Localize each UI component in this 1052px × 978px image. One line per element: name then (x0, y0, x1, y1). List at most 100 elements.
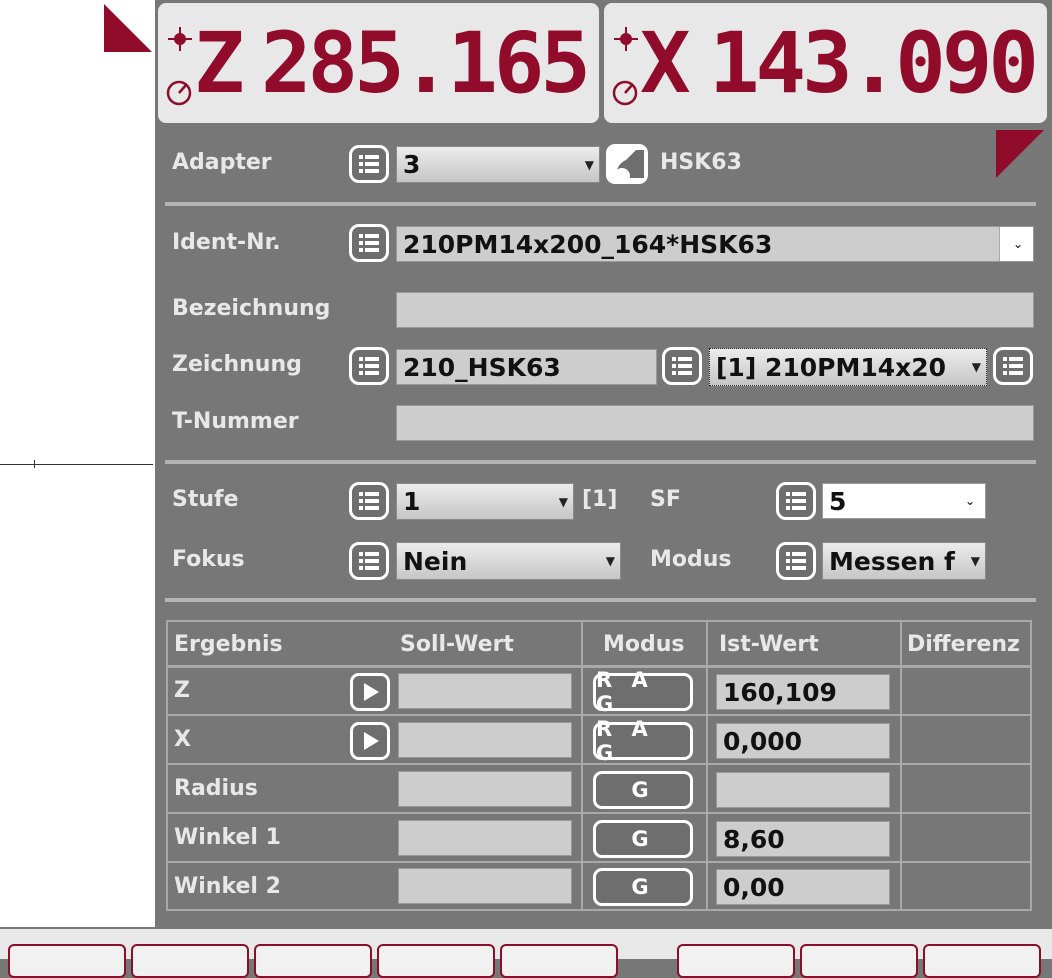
adapter-select[interactable]: 3 ▼ (396, 146, 600, 183)
function-button-4[interactable] (377, 944, 495, 978)
sf-combobox[interactable]: 5 ⌄ (822, 483, 986, 519)
function-button-1[interactable] (8, 944, 126, 978)
function-button-8[interactable] (923, 944, 1041, 978)
fokus-list-button[interactable] (349, 542, 389, 580)
table-row: Radius G (168, 766, 1030, 814)
dro-x[interactable]: X 143.090 (604, 3, 1047, 123)
mode-button[interactable]: G (593, 868, 693, 906)
soll-input[interactable] (398, 771, 572, 807)
soll-input[interactable] (398, 820, 572, 856)
dro-z[interactable]: Z 285.165 (158, 3, 599, 123)
zeichnung-select[interactable]: [1] 210PM14x20 ▼ (709, 348, 987, 386)
list-icon (359, 357, 379, 375)
divider (165, 598, 1036, 602)
function-button-7[interactable] (800, 944, 918, 978)
ident-combobox[interactable]: 210PM14x200_164*HSK63 ⌄ (396, 226, 1034, 262)
adapter-label: Adapter (172, 150, 272, 175)
modus-select[interactable]: Messen f ▼ (822, 542, 986, 580)
row-name: X (174, 727, 191, 752)
header-differenz: Differenz (907, 632, 1020, 657)
function-button-2[interactable] (131, 944, 249, 978)
zeichnung-list-button[interactable] (349, 347, 389, 385)
function-button-5[interactable] (500, 944, 618, 978)
tnummer-input[interactable] (396, 405, 1034, 441)
fokus-select-value: Nein (403, 546, 468, 576)
caret-down-icon: ▼ (558, 494, 568, 509)
results-table: Ergebnis Soll-Wert Modus Ist-Wert Differ… (166, 620, 1032, 911)
list-icon (359, 492, 379, 510)
soll-input[interactable] (398, 673, 572, 709)
corner-flag-icon[interactable] (104, 4, 152, 52)
fokus-label: Fokus (172, 547, 245, 572)
stufe-select-value: 1 (403, 487, 421, 516)
mode-button[interactable]: G (593, 820, 693, 858)
row-name: Z (174, 678, 190, 703)
header-ist: Ist-Wert (719, 632, 819, 657)
table-row: X R A G 0,000 (168, 717, 1030, 765)
combobox-dropdown[interactable]: ⌄ (999, 227, 1033, 261)
list-icon (786, 552, 806, 570)
graph-axis-line (0, 464, 153, 465)
divider (165, 460, 1036, 464)
header-modus: Modus (603, 632, 685, 657)
stufe-label: Stufe (172, 487, 239, 512)
ist-value (716, 772, 890, 808)
play-button[interactable] (350, 722, 390, 760)
mode-button[interactable]: R A G (593, 668, 693, 716)
zeichnung-select-value: [1] 210PM14x20 (716, 352, 947, 382)
list-icon (672, 357, 692, 375)
mode-button[interactable]: G (593, 771, 693, 809)
caret-down-icon: ▼ (971, 360, 981, 374)
table-row: Winkel 1 G 8,60 (168, 815, 1030, 863)
mode-button[interactable]: R A G (593, 717, 693, 765)
gauge-icon (164, 77, 194, 111)
adapter-icon[interactable] (606, 144, 648, 184)
list-icon (786, 492, 806, 510)
dro-z-value: 285.165 (260, 14, 591, 112)
zeichnung-label: Zeichnung (172, 352, 302, 377)
graph-axis-tick (34, 460, 35, 468)
tnummer-label: T-Nummer (172, 409, 299, 434)
soll-input[interactable] (398, 722, 572, 758)
ident-list-button[interactable] (349, 224, 389, 262)
corner-flag-icon[interactable] (996, 130, 1044, 178)
gauge-icon (610, 77, 640, 111)
ist-value: 0,00 (716, 869, 890, 905)
caret-down-icon: ▼ (970, 554, 980, 568)
caret-down-icon: ▼ (605, 554, 615, 568)
stufe-select[interactable]: 1 ▼ (396, 483, 574, 520)
header-soll: Soll-Wert (400, 632, 514, 657)
row-name: Winkel 2 (174, 874, 281, 899)
stufe-index: [1] (582, 487, 618, 512)
adapter-type: HSK63 (660, 150, 742, 175)
dro-z-axis: Z (194, 14, 245, 112)
zeichnung-input[interactable]: 210_HSK63 (396, 349, 657, 385)
sf-label: SF (650, 487, 681, 512)
caret-down-icon: ▼ (584, 157, 594, 172)
bezeichnung-input[interactable] (396, 292, 1034, 328)
sf-list-button[interactable] (776, 482, 816, 520)
chevron-down-icon: ⌄ (964, 494, 975, 508)
soll-input[interactable] (398, 868, 572, 904)
zeichnung-list-button-2[interactable] (662, 347, 702, 385)
adapter-list-button[interactable] (349, 145, 389, 183)
function-button-6[interactable] (677, 944, 795, 978)
zeichnung-list-button-3[interactable] (993, 347, 1033, 385)
stufe-list-button[interactable] (349, 482, 389, 520)
dro-x-axis: X (640, 14, 691, 112)
left-pane (0, 0, 155, 927)
dro-x-value: 143.090 (708, 14, 1039, 112)
modus-label: Modus (650, 547, 732, 572)
fokus-select[interactable]: Nein ▼ (396, 542, 621, 580)
function-button-3[interactable] (254, 944, 372, 978)
play-icon (364, 732, 379, 750)
ist-value: 160,109 (716, 674, 890, 710)
modus-list-button[interactable] (776, 542, 816, 580)
list-icon (1003, 357, 1023, 375)
ident-value: 210PM14x200_164*HSK63 (403, 229, 773, 259)
row-name: Radius (174, 776, 258, 801)
play-button[interactable] (350, 673, 390, 711)
table-row: Z R A G 160,109 (168, 668, 1030, 716)
adapter-select-value: 3 (403, 150, 421, 179)
origin-crosshair-icon (166, 25, 194, 57)
